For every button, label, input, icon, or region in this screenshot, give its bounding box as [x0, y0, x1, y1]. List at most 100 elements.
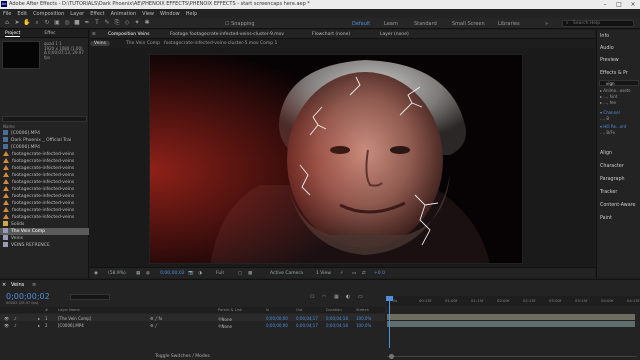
layer-2-duration-bar[interactable] [387, 321, 635, 327]
parent-select[interactable]: ◎ None [218, 316, 232, 323]
workspace-default[interactable]: Default [352, 21, 370, 27]
roto-brush-tool-icon[interactable]: ✦ [133, 19, 141, 27]
search-help-input[interactable]: ⌕ Search Help [562, 20, 634, 27]
type-tool-icon[interactable]: T [93, 19, 101, 27]
layer-out[interactable]: 0;00;04;17 [296, 323, 318, 328]
exposure-value[interactable]: +0.0 [374, 271, 385, 276]
project-item[interactable]: footagecrate-infected-veins [0, 165, 89, 172]
nav-cluster-comp[interactable]: footagecrate-infected-veins-cluster-5.mo… [164, 41, 277, 46]
layer-switches[interactable]: ⚙ ╱ fx [150, 316, 162, 321]
frame-blending-icon[interactable]: ▦ [334, 294, 339, 300]
nav-the-vein-comp[interactable]: The Vein Comp [126, 41, 160, 46]
workspace-libraries[interactable]: Libraries [498, 21, 520, 27]
project-search-input[interactable] [2, 116, 87, 122]
timeline-current-time[interactable]: 0;00;00;02 [6, 292, 50, 301]
current-time-indicator[interactable] [389, 296, 390, 348]
timeline-menu-icon[interactable]: ≡ [32, 282, 36, 288]
panel-audio[interactable]: Audio [600, 46, 614, 51]
timeline-layer-row[interactable]: 👁 ♪ ▸ 2 [C0006].MP4 ⚙ ╱ ◎ None 0;00;00;0… [0, 321, 385, 330]
panel-paragraph[interactable]: Paragraph [600, 177, 625, 182]
parent-select[interactable]: ◎ None [218, 323, 232, 330]
transparency-grid-icon[interactable]: ▩ [248, 271, 252, 276]
hand-tool-icon[interactable]: ✋ [23, 19, 31, 27]
layer-name[interactable]: [The Vein Comp] [58, 316, 91, 321]
project-item[interactable]: footagecrate-infected-veins [0, 207, 89, 214]
project-item[interactable]: footagecrate-infected-veins [0, 172, 89, 179]
tab-composition-veins[interactable]: Composition Veins [108, 32, 149, 37]
menu-file[interactable]: File [3, 11, 11, 17]
panel-paint[interactable]: Paint [600, 216, 612, 221]
menu-composition[interactable]: Composition [33, 11, 64, 17]
workspace-learn[interactable]: Learn [384, 21, 398, 27]
panel-info[interactable]: Info [600, 34, 609, 39]
col-parent-link[interactable]: Parent & Link [218, 308, 242, 312]
panel-preview[interactable]: Preview [600, 58, 619, 63]
magnification-select[interactable]: (58.9%) [108, 271, 126, 276]
tab-layer[interactable]: Layer (none) [380, 32, 409, 37]
workspace-small-screen[interactable]: Small Screen [452, 21, 485, 27]
col-out[interactable]: Out [296, 308, 303, 312]
menu-view[interactable]: View [142, 11, 154, 17]
eraser-tool-icon[interactable]: ◇ [123, 19, 131, 27]
draft-3d-icon[interactable]: ⎔ [310, 294, 314, 300]
panel-character[interactable]: Character [600, 164, 624, 169]
nav-veins[interactable]: Veins [90, 41, 110, 46]
resolution-select[interactable]: Full [216, 271, 224, 276]
audio-icon[interactable]: ♪ [14, 323, 17, 328]
project-item[interactable]: Veins [0, 235, 89, 242]
project-item[interactable]: footagecrate-infected-veins [0, 158, 89, 165]
selection-tool-icon[interactable]: ➤ [13, 19, 21, 27]
graph-editor-icon[interactable]: ▭ [358, 294, 363, 300]
project-item[interactable]: footagecrate-infected-veins [0, 193, 89, 200]
pan-behind-tool-icon[interactable]: ◎ [63, 19, 71, 27]
minimize-icon[interactable]: – [598, 0, 612, 9]
panel-content-aware-fill[interactable]: Content-Aware [600, 203, 635, 208]
show-channel-icon[interactable]: ◑ [198, 271, 202, 276]
pen-tool-icon[interactable]: ✒ [83, 19, 91, 27]
col-stretch[interactable]: Stretch [356, 308, 369, 312]
col-layer-name[interactable]: Layer Name [58, 308, 80, 312]
puppet-tool-icon[interactable]: ✱ [143, 19, 151, 27]
effects-tree-item[interactable]: ▸ Anima...esets [600, 88, 630, 93]
effects-tree-item[interactable]: ..., B [600, 116, 609, 121]
motion-blur-icon[interactable]: ◐ [346, 294, 350, 300]
project-item[interactable]: The Vein Comp [0, 228, 89, 235]
panel-align[interactable]: Align [600, 151, 612, 156]
view-layout-select[interactable]: 1 View [316, 271, 331, 276]
timeline-icon[interactable]: ▭ [352, 271, 356, 276]
fast-previews-icon[interactable]: ⚡ [340, 271, 343, 276]
maximize-icon[interactable]: □ [612, 0, 626, 9]
shy-layers-icon[interactable]: ◠ [322, 294, 326, 300]
col-in[interactable]: In [266, 308, 269, 312]
project-item[interactable]: footagecrate-infected-veins [0, 151, 89, 158]
timeline-layer-row[interactable]: 👁 ♪ ▸ 1 [The Vein Comp] ⚙ ╱ fx ◎ None 0;… [0, 314, 385, 323]
project-item[interactable]: footagecrate-infected-veins [0, 179, 89, 186]
project-item[interactable]: Dark Phoenix _ Official Trai [0, 137, 89, 144]
visibility-eye-icon[interactable]: 👁 [4, 323, 9, 328]
close-icon[interactable]: × [626, 0, 640, 9]
shape-tool-icon[interactable]: ■ [73, 19, 81, 27]
layer-duration[interactable]: 0;00;04;18 [326, 323, 348, 328]
always-preview-icon[interactable]: ◉ [94, 271, 98, 276]
visibility-eye-icon[interactable]: 👁 [4, 316, 9, 321]
project-item[interactable]: VEINS REFRENCE [0, 242, 89, 249]
region-of-interest-icon[interactable]: ▢ [238, 271, 242, 276]
time-ruler[interactable]: 0s 00:15f 01:00f 01:15f 02:00f 02:15f 03:00f 03… [387, 296, 640, 306]
timeline-zoom-slider[interactable] [387, 354, 637, 359]
zoom-slider-handle[interactable] [389, 354, 394, 359]
menu-effect[interactable]: Effect [90, 11, 104, 17]
project-item[interactable]: footagecrate-infected-veins [0, 200, 89, 207]
menu-animation[interactable]: Animation [111, 11, 137, 17]
composition-canvas[interactable] [149, 54, 523, 264]
effects-tree-item[interactable]: ▾ Channel [600, 110, 620, 115]
tab-footage[interactable]: Footage footagecrate-infected-veins-clus… [170, 32, 284, 37]
layer-1-duration-bar[interactable] [387, 314, 635, 320]
workspace-overflow-icon[interactable]: » [545, 21, 548, 27]
layer-in[interactable]: 0;00;00;00 [266, 323, 288, 328]
panel-tracker[interactable]: Tracker [600, 190, 617, 195]
project-item[interactable]: [C0006].MP4 [0, 144, 89, 151]
snapshot-icon[interactable]: 📷 [188, 271, 194, 276]
toggle-switches-modes[interactable]: Toggle Switches / Modes [155, 354, 210, 359]
col-duration[interactable]: Duration [326, 308, 342, 312]
home-icon[interactable]: ⌂ [3, 19, 11, 27]
